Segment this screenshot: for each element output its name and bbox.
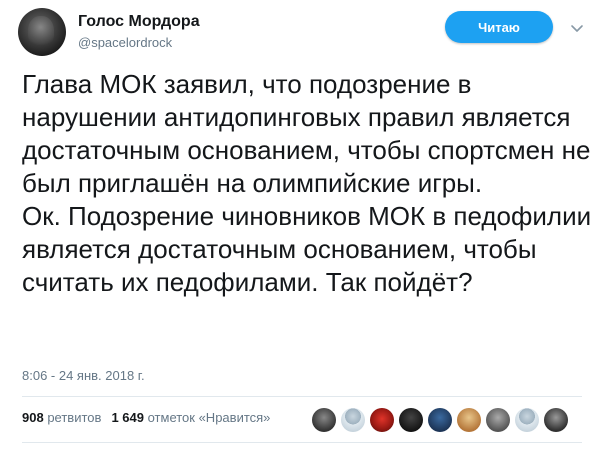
retweets-stat[interactable]: 908 ретвитов xyxy=(22,410,101,425)
author-name[interactable]: Голос Мордора xyxy=(78,13,200,31)
liker-avatars xyxy=(312,408,568,432)
retweets-label: ретвитов xyxy=(47,410,102,425)
liker-avatar[interactable] xyxy=(399,408,423,432)
likes-stat[interactable]: 1 649 отметок «Нравится» xyxy=(111,410,270,425)
liker-avatar[interactable] xyxy=(341,408,365,432)
tweet-text: Глава МОК заявил, что подозрение в наруш… xyxy=(22,68,602,299)
liker-avatar[interactable] xyxy=(370,408,394,432)
likes-label: отметок «Нравится» xyxy=(147,410,271,425)
liker-avatar[interactable] xyxy=(457,408,481,432)
likes-count: 1 649 xyxy=(111,410,144,425)
divider xyxy=(22,396,582,397)
chevron-down-icon[interactable] xyxy=(569,20,585,36)
follow-button[interactable]: Читаю xyxy=(445,11,553,43)
author-avatar[interactable] xyxy=(18,8,66,56)
liker-avatar[interactable] xyxy=(428,408,452,432)
liker-avatar[interactable] xyxy=(486,408,510,432)
retweets-count: 908 xyxy=(22,410,44,425)
author-handle[interactable]: @spacelordrock xyxy=(78,35,172,50)
liker-avatar[interactable] xyxy=(544,408,568,432)
tweet-paragraph-2: Ок. Подозрение чиновников МОК в педофили… xyxy=(22,201,592,297)
divider xyxy=(22,442,582,443)
liker-avatar[interactable] xyxy=(312,408,336,432)
tweet-timestamp[interactable]: 8:06 - 24 янв. 2018 г. xyxy=(22,368,145,383)
tweet-stats: 908 ретвитов 1 649 отметок «Нравится» xyxy=(22,410,270,425)
tweet-header: Голос Мордора @spacelordrock Читаю xyxy=(18,8,598,58)
liker-avatar[interactable] xyxy=(515,408,539,432)
tweet-paragraph-1: Глава МОК заявил, что подозрение в наруш… xyxy=(22,69,591,198)
